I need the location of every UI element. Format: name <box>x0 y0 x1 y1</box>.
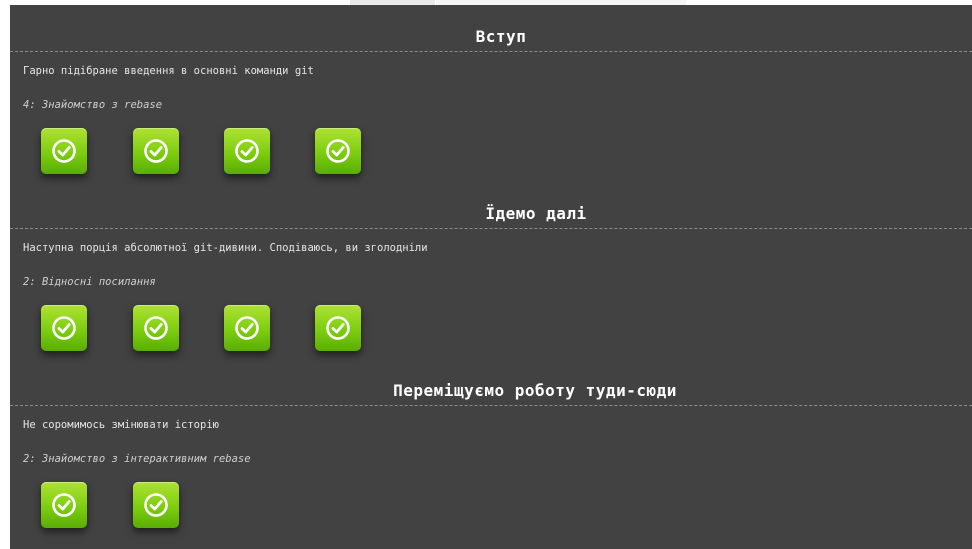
section-description: Гарно підібране введення в основні коман… <box>23 65 314 77</box>
section-title: Вступ <box>10 22 972 52</box>
section-description: Наступна порція абсолютної git-дивини. С… <box>23 242 428 254</box>
section-moving-work: Переміщуємо роботу туди-сюди Не соромимо… <box>10 376 972 532</box>
level-button-3[interactable] <box>224 305 270 351</box>
current-lesson-label: 4: Знайомство з rebase <box>23 99 163 111</box>
checkmark-icon <box>235 139 259 163</box>
checkmark-icon <box>144 493 168 517</box>
section-description: Не соромимось змінювати історію <box>23 419 219 431</box>
level-button-1[interactable] <box>41 128 87 174</box>
section-intro: Вступ Гарно підібране введення в основні… <box>10 22 972 178</box>
level-button-2[interactable] <box>133 128 179 174</box>
checkmark-icon <box>326 139 350 163</box>
level-list <box>10 128 972 178</box>
level-button-4[interactable] <box>315 128 361 174</box>
level-button-2[interactable] <box>133 305 179 351</box>
level-button-3[interactable] <box>224 128 270 174</box>
checkmark-icon <box>144 139 168 163</box>
level-button-1[interactable] <box>41 482 87 528</box>
level-selection-panel: Вступ Гарно підібране введення в основні… <box>10 5 972 549</box>
level-list <box>10 305 972 355</box>
checkmark-icon <box>52 316 76 340</box>
checkmark-icon <box>52 139 76 163</box>
current-lesson-label: 2: Знайомство з інтерактивним rebase <box>23 453 251 465</box>
checkmark-icon <box>326 316 350 340</box>
section-moving-on: Їдемо далі Наступна порція абсолютної gi… <box>10 199 972 355</box>
checkmark-icon <box>235 316 259 340</box>
level-button-4[interactable] <box>315 305 361 351</box>
level-button-1[interactable] <box>41 305 87 351</box>
level-button-2[interactable] <box>133 482 179 528</box>
section-title: Їдемо далі <box>10 199 972 229</box>
section-title: Переміщуємо роботу туди-сюди <box>10 376 972 406</box>
checkmark-icon <box>144 316 168 340</box>
level-list <box>10 482 972 532</box>
checkmark-icon <box>52 493 76 517</box>
current-lesson-label: 2: Відносні посилання <box>23 276 156 288</box>
